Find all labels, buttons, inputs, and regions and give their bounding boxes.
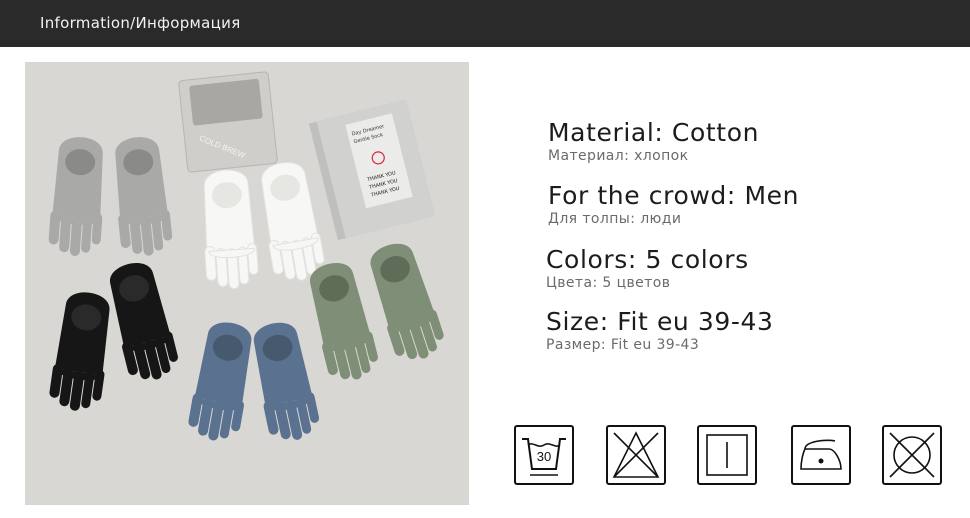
spec-crowd: For the crowd: Men Для толпы: люди <box>548 181 970 228</box>
product-photo: COLD BREW Day Dreamer Gentle Sock THANK … <box>25 62 469 505</box>
spec-size: Size: Fit eu 39-43 Размер: Fit eu 39-43 <box>546 307 970 354</box>
header-title: Information/Информация <box>40 14 241 32</box>
spec-colors: Colors: 5 colors Цвета: 5 цветов <box>546 245 970 292</box>
iron-low-icon <box>791 425 851 485</box>
sock-box: COLD BREW <box>178 71 278 173</box>
blue-sock-pair <box>185 318 323 446</box>
green-sock-pair <box>302 237 449 386</box>
spec-sub-text: Материал: хлопок <box>548 148 689 164</box>
product-photo-illustration: COLD BREW Day Dreamer Gentle Sock THANK … <box>47 71 449 446</box>
spec-sub-text: Размер: Fit eu 39-43 <box>546 337 700 353</box>
grey-sock-pair <box>47 134 174 259</box>
info-card: Day Dreamer Gentle Sock THANK YOU THANK … <box>308 99 435 241</box>
spec-main-text: Material: Cotton <box>548 118 760 147</box>
wash-temperature-label: 30 <box>537 449 551 464</box>
tumble-dry-icon <box>697 425 757 485</box>
wash-30-icon: 30 <box>514 425 574 485</box>
black-sock-pair <box>47 257 183 415</box>
spec-sub-text: Для толпы: люди <box>548 211 682 227</box>
spec-material: Material: Cotton Материал: хлопок <box>548 118 970 165</box>
do-not-tumble-dry-icon <box>882 425 942 485</box>
do-not-bleach-icon <box>606 425 666 485</box>
spec-sub-text: Цвета: 5 цветов <box>546 275 671 291</box>
spec-main-text: Size: Fit eu 39-43 <box>546 307 774 336</box>
spec-main-text: For the crowd: Men <box>548 181 800 210</box>
spec-main-text: Colors: 5 colors <box>546 245 749 274</box>
header-bar: Information/Информация <box>0 0 970 47</box>
white-sock-pair <box>198 158 328 292</box>
